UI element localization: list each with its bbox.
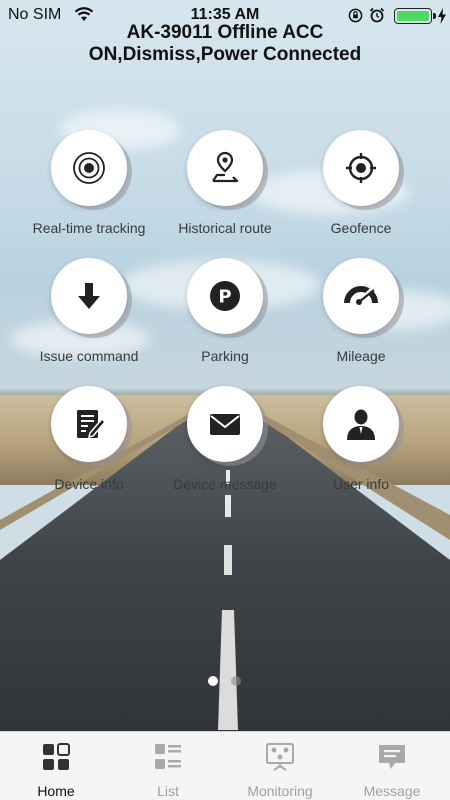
monitor-icon (266, 743, 294, 771)
real-time-tracking-label: Real-time tracking (32, 220, 146, 236)
device-info-button[interactable]: Device info (14, 386, 164, 506)
page-indicator[interactable] (0, 676, 450, 688)
tab-home[interactable]: Home (0, 732, 112, 800)
route-pin-icon (212, 151, 239, 183)
tab-monitoring-label: Monitoring (247, 783, 313, 799)
list-icon (155, 744, 181, 769)
document-edit-icon (77, 410, 107, 439)
issue-command-button[interactable]: Issue command (14, 258, 164, 378)
svg-text:P: P (218, 287, 231, 308)
app-screen: No SIM 11:35 AM AK-39011 Offline ACC ON,… (0, 0, 450, 800)
parking-icon: P (210, 281, 240, 311)
tab-message-label: Message (363, 783, 421, 799)
device-message-label: Device message (173, 476, 277, 492)
target-icon (73, 152, 105, 184)
user-info-button[interactable]: User info (286, 386, 436, 506)
arrow-down-icon (78, 283, 100, 309)
real-time-tracking-button[interactable]: Real-time tracking (14, 130, 164, 250)
message-icon (379, 745, 405, 769)
historical-route-label: Historical route (178, 220, 272, 236)
parking-label: Parking (201, 348, 249, 364)
parking-button[interactable]: P Parking (150, 258, 300, 378)
tab-list[interactable]: List (112, 732, 224, 800)
device-message-button[interactable]: Device message (150, 386, 300, 506)
mileage-label: Mileage (336, 348, 386, 364)
issue-command-label: Issue command (39, 348, 139, 364)
device-info-label: Device info (54, 476, 124, 492)
tab-home-label: Home (37, 783, 75, 799)
tab-list-label: List (157, 783, 179, 799)
geofence-label: Geofence (330, 220, 392, 236)
page-dot-inactive (231, 676, 241, 686)
tab-bar: Home List Monitoring Message (0, 731, 450, 800)
speedometer-icon (344, 286, 378, 305)
mileage-button[interactable]: Mileage (286, 258, 436, 378)
envelope-icon (210, 414, 240, 435)
user-info-label: User info (332, 476, 390, 492)
historical-route-button[interactable]: Historical route (150, 130, 300, 250)
crosshair-icon (346, 153, 376, 183)
tab-monitoring[interactable]: Monitoring (224, 732, 336, 800)
page-dot-active (208, 676, 218, 686)
home-grid-icon (43, 743, 70, 770)
user-icon (347, 409, 375, 440)
geofence-button[interactable]: Geofence (286, 130, 436, 250)
tab-message[interactable]: Message (336, 732, 448, 800)
